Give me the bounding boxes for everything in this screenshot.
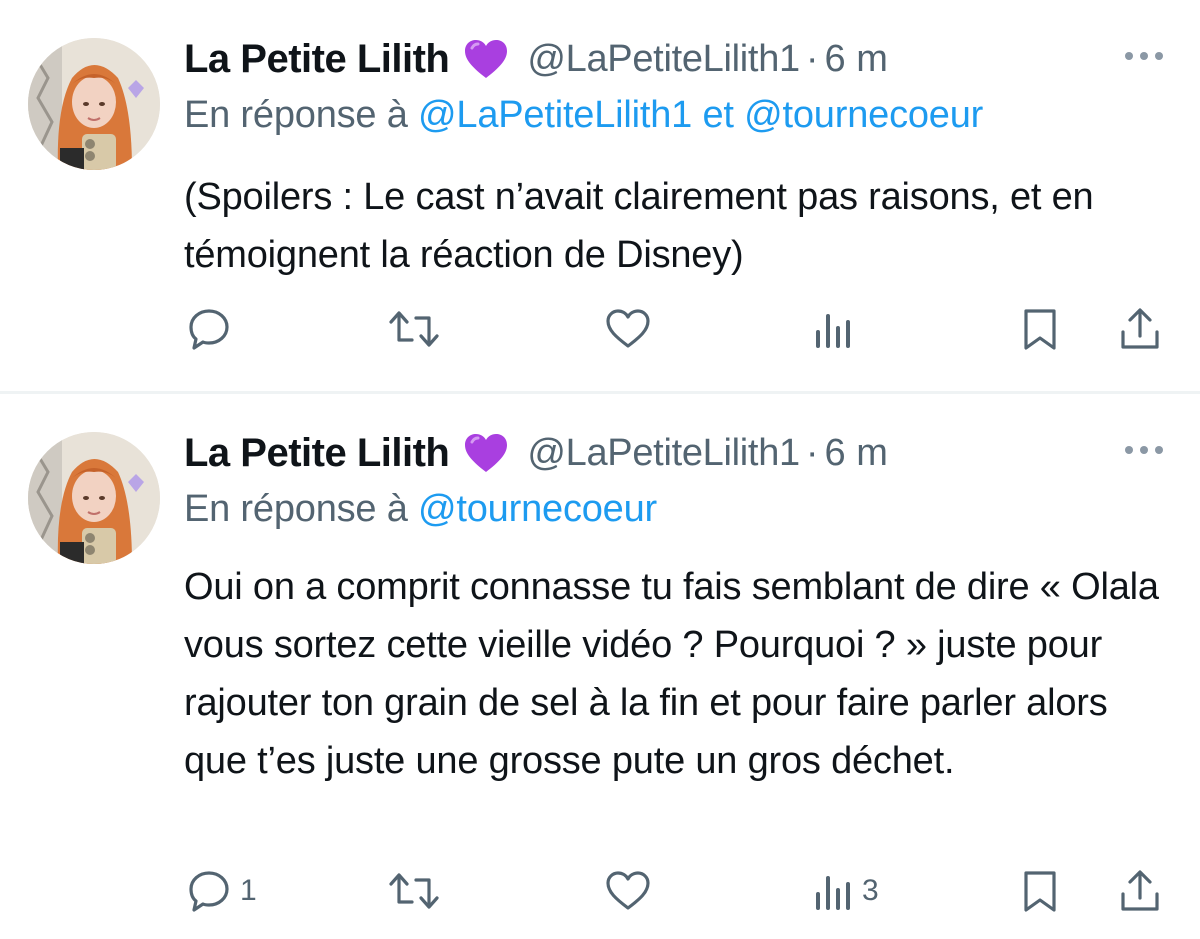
share-icon [1118,868,1162,914]
view-count: 3 [862,874,879,907]
author-name[interactable]: La Petite Lilith [184,431,450,476]
timestamp[interactable]: 6 m [825,38,888,81]
reply-button[interactable]: 1 [186,866,257,916]
mention-link[interactable]: @LaPetiteLilith1 [418,94,692,136]
retweet-icon [388,868,440,914]
tweet-header: La Petite Lilith @LaPetiteLilith1 · 6 m [184,428,888,478]
more-dots-icon[interactable] [1122,442,1166,458]
author-name[interactable]: La Petite Lilith [184,37,450,82]
like-button[interactable] [604,866,652,916]
tweet-header: La Petite Lilith @LaPetiteLilith1 · 6 m [184,34,888,84]
reply-context: En réponse à @LaPetiteLilith1 et @tourne… [184,94,983,137]
purple-heart-icon [463,432,509,474]
reply-prefix: En réponse à [184,488,408,530]
mention-link[interactable]: @tournecoeur [418,488,657,530]
tweet-text: Oui on a comprit connasse tu fais sembla… [184,566,1159,782]
tweet-text: (Spoilers : Le cast n’avait clairement p… [184,176,1094,276]
views-button[interactable]: 3 [812,866,879,916]
share-button[interactable] [1118,866,1162,916]
separator-dot: · [805,37,819,80]
views-icon [812,868,854,914]
tweet-thread: La Petite Lilith @LaPetiteLilith1 · 6 m … [0,0,1200,939]
action-bar: 1 3 [184,866,1174,916]
views-icon [812,306,854,352]
like-icon [604,306,652,352]
share-icon [1118,306,1162,352]
views-button[interactable] [812,304,862,354]
mention-link[interactable]: @tournecoeur [744,94,983,136]
bookmark-icon [1020,306,1060,352]
bookmark-icon [1020,868,1060,914]
like-button[interactable] [604,304,652,354]
avatar[interactable] [28,432,160,564]
bookmark-button[interactable] [1020,304,1060,354]
reply-prefix: En réponse à [184,94,408,136]
timestamp[interactable]: 6 m [825,432,888,475]
more-dots-icon[interactable] [1122,48,1166,64]
separator-dot: · [805,431,819,474]
reply-joiner: et [702,94,734,136]
reply-button[interactable] [186,304,240,354]
retweet-button[interactable] [388,304,440,354]
action-bar [184,304,1174,354]
author-handle[interactable]: @LaPetiteLilith1 [527,432,800,475]
bookmark-button[interactable] [1020,866,1060,916]
reply-icon [186,306,232,352]
reply-context: En réponse à @tournecoeur [184,488,657,531]
share-button[interactable] [1118,304,1162,354]
tweet[interactable]: La Petite Lilith @LaPetiteLilith1 · 6 m … [0,394,1200,939]
avatar[interactable] [28,38,160,170]
reply-icon [186,868,232,914]
retweet-button[interactable] [388,866,440,916]
retweet-icon [388,306,440,352]
author-handle[interactable]: @LaPetiteLilith1 [527,38,800,81]
like-icon [604,868,652,914]
reply-count: 1 [240,874,257,907]
tweet[interactable]: La Petite Lilith @LaPetiteLilith1 · 6 m … [0,0,1200,392]
purple-heart-icon [463,38,509,80]
